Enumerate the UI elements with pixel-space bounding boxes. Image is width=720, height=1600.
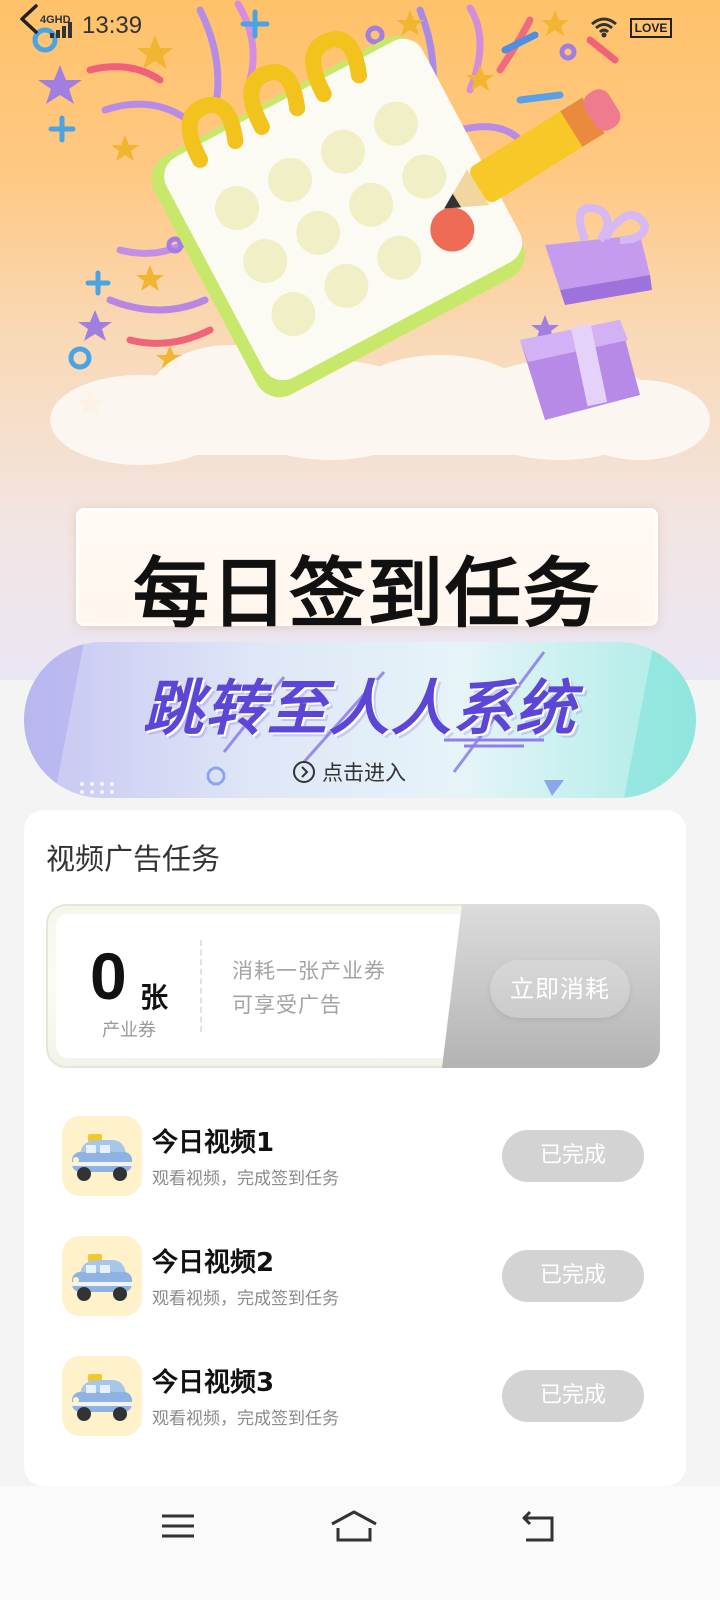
jump-system-banner[interactable]: 跳转至人人系统 点击进入 <box>24 642 696 798</box>
task-title: 今日视频1 <box>152 1128 275 1158</box>
status-bar: 4GHD 13:39 LOVE <box>0 0 720 56</box>
banner-title: 跳转至人人系统 <box>143 675 577 742</box>
home-icon[interactable] <box>330 1508 378 1544</box>
back-nav-icon[interactable] <box>520 1508 556 1544</box>
signal-icon <box>50 22 72 38</box>
taxi-icon <box>62 1236 142 1316</box>
task-title: 今日视频2 <box>152 1248 275 1278</box>
video-task-card: 视频广告任务 0 张 产业券 消耗一张产业券 可享受广告 立即消耗 今日视频1 … <box>24 810 686 1486</box>
consume-now-button[interactable]: 立即消耗 <box>490 960 630 1018</box>
task-done-button[interactable]: 已完成 <box>502 1130 644 1182</box>
taxi-icon <box>62 1356 142 1436</box>
battery-love-badge: LOVE <box>630 18 672 38</box>
section-title: 视频广告任务 <box>46 842 221 876</box>
task-subtitle: 观看视频，完成签到任务 <box>152 1289 339 1309</box>
system-nav-bar <box>0 1486 720 1600</box>
list-item: 今日视频2 观看视频，完成签到任务 已完成 <box>24 1230 686 1320</box>
hero-section: 4GHD 13:39 LOVE 每日签到任务 <box>0 0 720 680</box>
task-subtitle: 观看视频，完成签到任务 <box>152 1169 339 1189</box>
task-done-button[interactable]: 已完成 <box>502 1250 644 1302</box>
banner-enter-link[interactable]: 点击进入 <box>292 758 406 786</box>
enter-arrow-icon <box>293 761 315 783</box>
hero-title-card: 每日签到任务 <box>76 508 658 637</box>
banner-enter-label: 点击进入 <box>322 761 406 785</box>
voucher-unit: 张 <box>140 981 169 1014</box>
voucher-desc-line2: 可享受广告 <box>232 993 342 1017</box>
voucher-count: 0 <box>90 939 127 1013</box>
list-item: 今日视频1 观看视频，完成签到任务 已完成 <box>24 1110 686 1200</box>
task-done-button[interactable]: 已完成 <box>502 1370 644 1422</box>
list-item: 今日视频3 观看视频，完成签到任务 已完成 <box>24 1350 686 1440</box>
taxi-icon <box>62 1116 142 1196</box>
voucher-desc-line1: 消耗一张产业券 <box>232 959 386 983</box>
menu-icon[interactable] <box>160 1508 196 1544</box>
voucher-divider <box>200 940 202 1032</box>
voucher-description: 消耗一张产业券 可享受广告 <box>232 954 386 1022</box>
wifi-icon <box>591 17 617 38</box>
voucher-panel: 0 张 产业券 消耗一张产业券 可享受广告 立即消耗 <box>46 904 660 1068</box>
page-title: 每日签到任务 <box>133 552 601 637</box>
task-title: 今日视频3 <box>152 1368 275 1398</box>
voucher-label: 产业券 <box>102 1020 156 1041</box>
status-time: 13:39 <box>82 12 143 39</box>
task-subtitle: 观看视频，完成签到任务 <box>152 1409 339 1429</box>
